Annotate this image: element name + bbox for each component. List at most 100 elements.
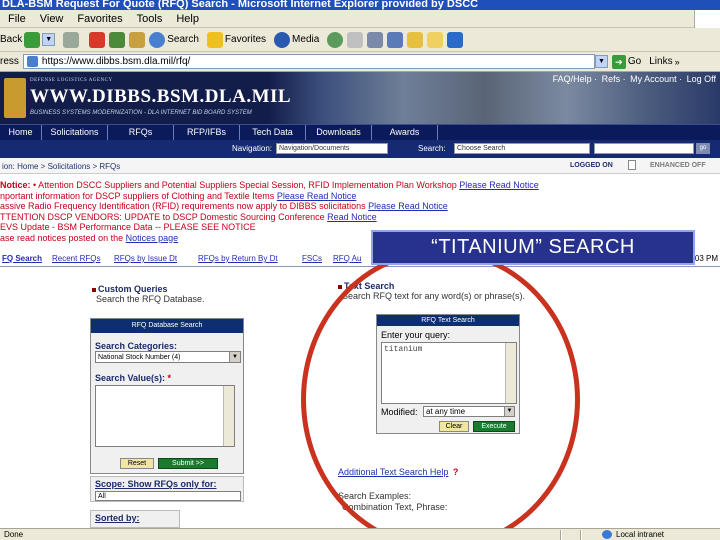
notice-link[interactable]: Please Read Notice xyxy=(277,191,357,201)
submit-button[interactable]: Submit >> xyxy=(158,458,218,469)
home-icon[interactable] xyxy=(129,31,146,48)
menu-view[interactable]: View xyxy=(40,13,64,25)
tab-rfq-search[interactable]: FQ Search xyxy=(2,254,42,263)
favorites-button[interactable]: Favorites xyxy=(205,31,267,48)
dibbs-header: DEFENSE LOGISTICS AGENCY WWW.DIBBS.BSM.D… xyxy=(0,72,720,124)
notice-text: ase read notices posted on the xyxy=(0,232,126,243)
status-divider xyxy=(560,530,562,540)
sorted-panel: Sorted by: xyxy=(90,510,180,528)
security-zone: Local intranet xyxy=(616,530,665,539)
menu-bar: File View Favorites Tools Help xyxy=(0,10,720,28)
nav-home[interactable]: Home xyxy=(0,125,42,140)
mail-icon[interactable] xyxy=(347,31,364,48)
go-button[interactable]: ➔ Go xyxy=(611,54,642,69)
logged-on-status: LOGGED ON xyxy=(570,162,613,169)
chevron-down-icon[interactable]: ▼ xyxy=(229,352,240,362)
nav-tech-data[interactable]: Tech Data xyxy=(240,125,306,140)
text-search-heading: Text Search xyxy=(338,281,394,291)
menu-tools[interactable]: Tools xyxy=(137,13,163,25)
search-button[interactable]: Search xyxy=(147,31,199,48)
navigation-search-bar: Navigation: Navigation/Documents Search:… xyxy=(0,140,720,158)
forward-button[interactable] xyxy=(61,31,81,48)
nav-awards[interactable]: Awards xyxy=(372,125,438,140)
discuss-icon[interactable] xyxy=(407,31,424,48)
windows-logo-icon xyxy=(694,10,720,28)
search-values-label-text: Search Value(s): xyxy=(95,373,166,383)
print-icon[interactable] xyxy=(367,31,384,48)
back-button[interactable]: Back ▼ xyxy=(0,31,56,48)
rfq-database-search-panel: RFQ Database Search Search Categories: N… xyxy=(90,318,244,474)
log-off-link[interactable]: Log Off xyxy=(687,74,716,84)
site-search-go-button[interactable]: go xyxy=(696,143,710,154)
notice-text: assive Radio Frequency Identification (R… xyxy=(0,201,369,211)
tab-rfqs-by-issue-dt[interactable]: RFQs by Issue Dt xyxy=(114,254,177,263)
site-search-input[interactable] xyxy=(594,143,694,154)
navigation-select[interactable]: Navigation/Documents xyxy=(276,143,388,154)
links-button[interactable]: Links xyxy=(649,56,672,67)
search-icon xyxy=(149,31,166,48)
clear-button[interactable]: Clear xyxy=(439,421,469,432)
text-search-help-link[interactable]: Additional Text Search Help xyxy=(338,467,448,477)
tab-rfqs-by-return-by-dt[interactable]: RFQs by Return By Dt xyxy=(198,254,278,263)
reset-button[interactable]: Reset xyxy=(120,458,154,469)
address-dropdown-icon[interactable]: ▼ xyxy=(594,55,608,68)
search-type-select[interactable]: Choose Search xyxy=(454,143,590,154)
tab-recent-rfqs[interactable]: Recent RFQs xyxy=(52,254,100,263)
enhanced-toggle[interactable]: ENHANCED OFF xyxy=(650,162,706,169)
go-label: Go xyxy=(627,56,642,67)
menu-favorites[interactable]: Favorites xyxy=(77,13,122,25)
media-icon xyxy=(274,31,291,48)
search-examples-label: Search Examples: xyxy=(338,491,412,501)
tab-rfq-au[interactable]: RFQ Au xyxy=(333,254,361,263)
faq-help-link[interactable]: FAQ/Help xyxy=(553,74,592,84)
search-values-textarea[interactable] xyxy=(95,385,235,447)
stop-icon[interactable] xyxy=(89,31,106,48)
favorites-label: Favorites xyxy=(224,34,267,45)
address-input[interactable]: https://www.dibbs.bsm.dla.mil/rfq/ xyxy=(22,54,595,69)
address-url: https://www.dibbs.bsm.dla.mil/rfq/ xyxy=(41,56,191,67)
refs-link[interactable]: Refs xyxy=(602,74,621,84)
notices-page-link[interactable]: Notices page xyxy=(126,233,179,243)
navigation-label: Navigation: xyxy=(232,144,273,153)
search-categories-select[interactable]: National Stock Number (4) ▼ xyxy=(95,351,241,363)
titanium-search-callout: “TITANIUM” SEARCH xyxy=(371,230,695,265)
scope-select[interactable]: All xyxy=(95,491,241,501)
chevron-down-icon[interactable]: ▼ xyxy=(42,33,56,46)
menu-help[interactable]: Help xyxy=(176,13,199,25)
notice-link[interactable]: Please Read Notice xyxy=(459,180,539,190)
menu-file[interactable]: File xyxy=(8,13,26,25)
folder-icon[interactable] xyxy=(427,31,444,48)
notice-link[interactable]: Read Notice xyxy=(327,212,377,222)
scrollbar[interactable] xyxy=(223,386,234,446)
refresh-icon[interactable] xyxy=(109,31,126,48)
custom-queries-title: Custom Queries xyxy=(98,284,168,294)
agency-name: DEFENSE LOGISTICS AGENCY xyxy=(30,78,113,83)
nav-rfqs[interactable]: RFQs xyxy=(108,125,174,140)
notice-link[interactable]: Please Read Notice xyxy=(368,201,448,211)
search-label: Search: xyxy=(418,144,446,153)
tab-fscs[interactable]: FSCs xyxy=(302,254,322,263)
nav-solicitations[interactable]: Solicitations xyxy=(42,125,108,140)
modified-select[interactable]: at any time ▼ xyxy=(423,406,515,417)
query-textarea[interactable]: titanium xyxy=(381,342,517,404)
edit-icon[interactable] xyxy=(387,31,404,48)
history-icon[interactable] xyxy=(327,31,344,48)
messenger-icon[interactable] xyxy=(447,31,464,48)
media-button[interactable]: Media xyxy=(272,31,319,48)
site-title: WWW.DIBBS.BSM.DLA.MIL xyxy=(30,86,292,107)
required-marker: * xyxy=(167,373,172,383)
my-account-link[interactable]: My Account xyxy=(630,74,677,84)
execute-button[interactable]: Execute xyxy=(473,421,515,432)
modified-label: Modified: xyxy=(381,407,418,417)
chevron-down-icon[interactable]: ▼ xyxy=(504,407,514,416)
toggle-box[interactable] xyxy=(628,160,636,170)
location-row: ion: Home > Solicitations > RFQs LOGGED … xyxy=(0,158,720,174)
nav-downloads[interactable]: Downloads xyxy=(306,125,372,140)
help-question-icon[interactable]: ? xyxy=(453,467,459,477)
nav-rfp-ifbs[interactable]: RFP/IFBs xyxy=(174,125,240,140)
bullet-icon xyxy=(338,284,342,289)
modified-value: at any time xyxy=(426,407,466,416)
links-chevron-icon[interactable]: » xyxy=(675,57,680,67)
scrollbar[interactable] xyxy=(505,343,516,403)
intranet-globe-icon xyxy=(602,530,612,539)
